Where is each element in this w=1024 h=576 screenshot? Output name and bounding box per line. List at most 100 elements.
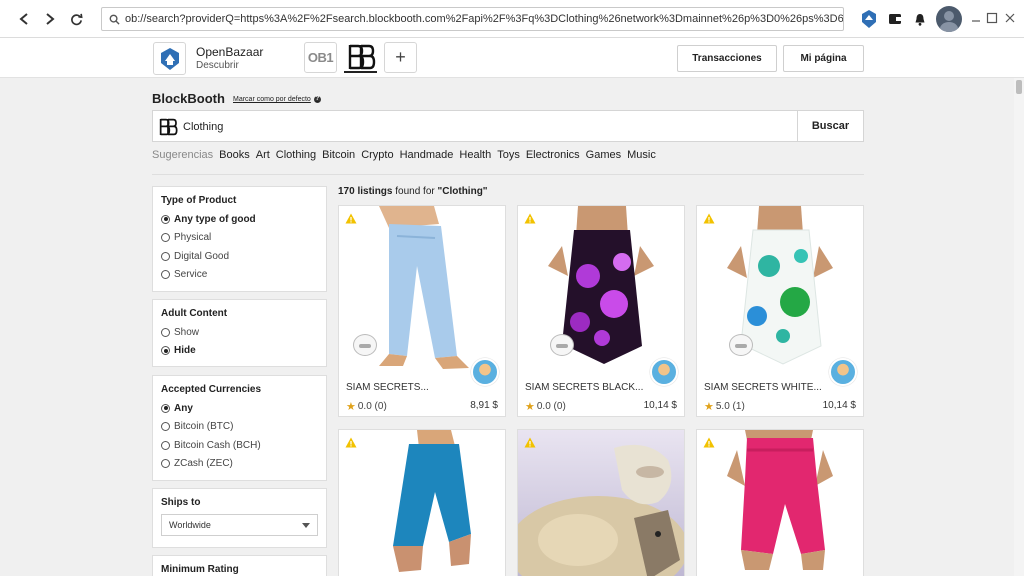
radio-icon[interactable] — [161, 251, 170, 261]
suggestion-tag[interactable]: Clothing — [276, 149, 316, 161]
user-avatar[interactable] — [936, 6, 962, 32]
brand-subtitle: Descubrir — [196, 60, 239, 71]
listing-image[interactable] — [518, 206, 684, 372]
suggestion-tag[interactable]: Bitcoin — [322, 149, 355, 161]
suggestion-tag[interactable]: Toys — [497, 149, 520, 161]
bell-icon[interactable] — [909, 8, 931, 30]
brand-seal-icon — [550, 334, 574, 356]
listing-image[interactable] — [697, 430, 863, 576]
suggestion-tag[interactable]: Books — [219, 149, 250, 161]
listing-image[interactable] — [518, 430, 684, 576]
radio-icon[interactable] — [161, 327, 170, 337]
radio-hide[interactable]: Hide — [161, 342, 318, 361]
radio-service[interactable]: Service — [161, 266, 318, 285]
listing-price: 10,14 $ — [643, 400, 677, 411]
suggestion-tag[interactable]: Crypto — [361, 149, 393, 161]
radio-icon[interactable] — [161, 459, 170, 469]
radio-zec[interactable]: ZCash (ZEC) — [161, 455, 318, 474]
warning-icon — [703, 437, 715, 448]
listing-card[interactable] — [696, 429, 864, 576]
listing-title: SIAM SECRETS WHITE... — [704, 382, 822, 393]
blockbooth-logo-icon — [348, 44, 375, 69]
search-input[interactable] — [183, 118, 783, 136]
option-label: Hide — [174, 345, 196, 357]
radio-icon[interactable] — [161, 422, 170, 432]
suggestion-tag[interactable]: Art — [256, 149, 270, 161]
scrollbar-thumb[interactable] — [1016, 80, 1022, 94]
reload-button[interactable] — [66, 9, 86, 29]
radio-any-currency[interactable]: Any — [161, 399, 318, 418]
add-provider-button[interactable]: + — [384, 42, 417, 73]
chevron-down-icon — [302, 522, 310, 528]
filter-title: Minimum Rating — [161, 564, 239, 575]
vendor-avatar[interactable] — [650, 358, 678, 386]
back-button[interactable] — [14, 9, 34, 29]
ships-to-select[interactable]: Worldwide — [161, 514, 318, 536]
radio-show[interactable]: Show — [161, 323, 318, 342]
radio-icon[interactable] — [161, 403, 170, 413]
browser-toolbar — [0, 0, 1024, 38]
suggestion-tag[interactable]: Health — [459, 149, 491, 161]
brand-name: OpenBazaar — [196, 45, 264, 59]
results-count: 170 listings found for "Clothing" — [338, 186, 488, 197]
option-label: Bitcoin Cash (BCH) — [174, 439, 261, 451]
minimize-icon[interactable] — [968, 10, 984, 26]
radio-digital-good[interactable]: Digital Good — [161, 247, 318, 266]
option-label: Show — [174, 326, 200, 338]
suggestions-label: Sugerencias — [152, 149, 214, 161]
radio-any-type[interactable]: Any type of good — [161, 210, 318, 229]
info-icon[interactable]: ? — [313, 96, 321, 103]
listing-card[interactable] — [338, 429, 506, 576]
search-button[interactable]: Buscar — [797, 111, 863, 141]
listing-card[interactable]: SIAM SECRETS WHITE... ★ 5.0 (1) 10,14 $ — [696, 205, 864, 417]
listing-price: 8,91 $ — [470, 400, 498, 411]
url-input[interactable] — [125, 13, 843, 25]
warning-icon — [524, 213, 536, 224]
radio-icon[interactable] — [161, 233, 170, 243]
suggestion-tag[interactable]: Music — [627, 149, 656, 161]
radio-physical[interactable]: Physical — [161, 229, 318, 248]
maximize-icon[interactable] — [984, 10, 1000, 26]
openbazaar-logo[interactable] — [153, 42, 186, 75]
openbazaar-logo-icon — [160, 47, 179, 70]
openbazaar-status-icon[interactable] — [858, 8, 880, 30]
app-header: OpenBazaar Descubrir OB1 + Transacciones… — [0, 38, 1024, 78]
suggestion-tag[interactable]: Electronics — [526, 149, 580, 161]
my-page-button[interactable]: Mi página — [783, 45, 864, 72]
radio-icon[interactable] — [161, 346, 170, 356]
listing-card[interactable]: SIAM SECRETS BLACK... ★ 0.0 (0) 10,14 $ — [517, 205, 685, 417]
provider-tab-blockbooth[interactable] — [344, 42, 377, 73]
vendor-avatar[interactable] — [471, 358, 499, 386]
reload-icon — [70, 13, 83, 25]
page-scrollbar[interactable] — [1014, 78, 1024, 576]
filter-adult-content: Adult Content Show Hide — [152, 299, 327, 367]
rating-value: 5.0 (1) — [715, 401, 745, 412]
vendor-avatar[interactable] — [829, 358, 857, 386]
radio-icon[interactable] — [161, 440, 170, 450]
rating-value: 0.0 (0) — [536, 401, 566, 412]
radio-bch[interactable]: Bitcoin Cash (BCH) — [161, 436, 318, 455]
provider-title: BlockBooth — [152, 91, 225, 106]
radio-btc[interactable]: Bitcoin (BTC) — [161, 418, 318, 437]
set-default-link[interactable]: Marcar como por defecto ? — [233, 96, 321, 103]
radio-icon[interactable] — [161, 270, 170, 280]
listing-card[interactable]: SIAM SECRETS... ★ 0.0 (0) 8,91 $ — [338, 205, 506, 417]
radio-icon[interactable] — [161, 214, 170, 224]
listing-card[interactable] — [517, 429, 685, 576]
suggestion-tag[interactable]: Handmade — [400, 149, 454, 161]
provider-tab-ob1[interactable]: OB1 — [304, 42, 337, 73]
close-icon[interactable] — [1002, 10, 1018, 26]
transactions-button[interactable]: Transacciones — [677, 45, 777, 72]
filter-ships-to: Ships to Worldwide — [152, 488, 327, 548]
chevron-left-icon — [19, 13, 28, 25]
set-default-label[interactable]: Marcar como por defecto — [233, 96, 311, 103]
listing-title: SIAM SECRETS BLACK... — [525, 382, 644, 393]
wallet-icon[interactable] — [884, 8, 906, 30]
listing-image[interactable] — [339, 430, 505, 576]
suggestion-tag[interactable]: Games — [586, 149, 621, 161]
address-bar[interactable] — [101, 7, 844, 31]
forward-button[interactable] — [40, 9, 60, 29]
chevron-right-icon — [46, 13, 55, 25]
listing-image[interactable] — [697, 206, 863, 372]
warning-icon — [703, 213, 715, 224]
